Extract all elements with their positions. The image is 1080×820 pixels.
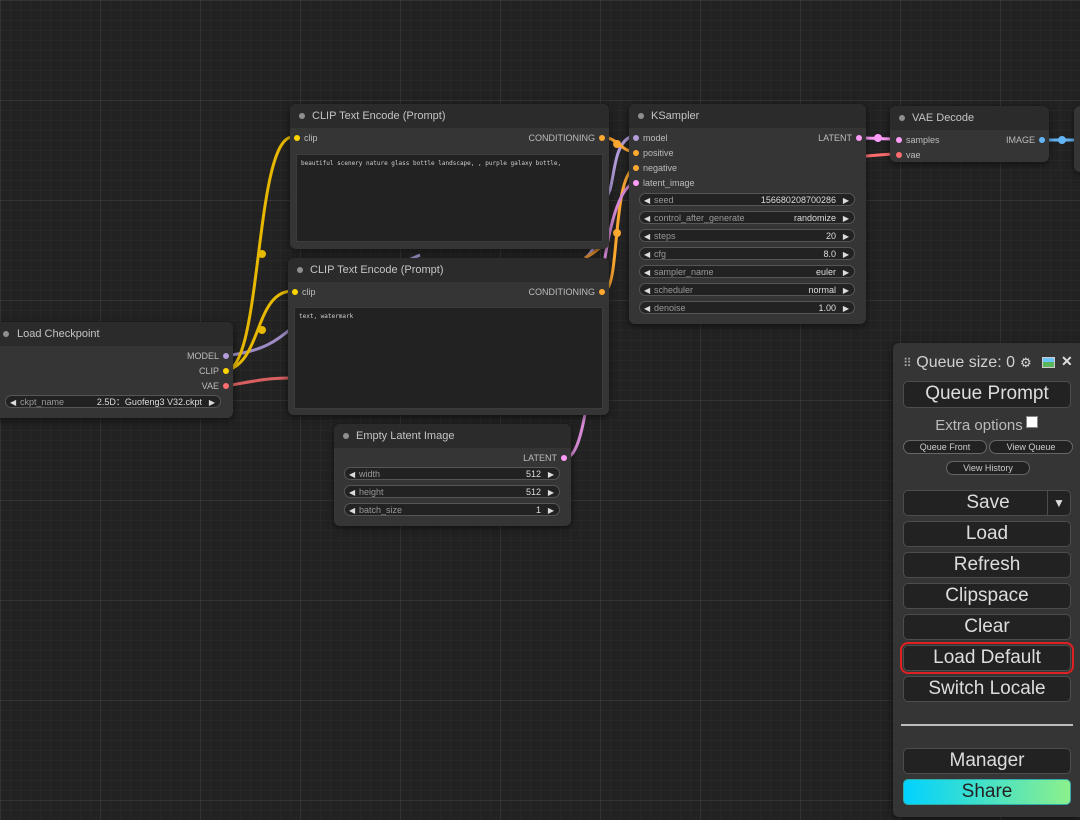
widget-control-after-generate[interactable]: ◀ control_after_generate randomize ▶ [639, 211, 855, 224]
decrement-arrow-icon[interactable]: ◀ [644, 266, 650, 279]
widget-seed[interactable]: ◀ seed 156680208700286 ▶ [639, 193, 855, 206]
widget-ckpt-name[interactable]: ◀ ckpt_name 2.5D：Guofeng3 V32.ckpt ▶ [5, 395, 221, 408]
output-slot-vae[interactable]: VAE [202, 380, 229, 392]
clipspace-button[interactable]: Clipspace [903, 583, 1071, 609]
queue-front-button[interactable]: Queue Front [903, 440, 987, 454]
decrement-arrow-icon[interactable]: ◀ [644, 230, 650, 243]
share-button[interactable]: Share [903, 779, 1071, 805]
clip-text-encode-negative-node[interactable]: CLIP Text Encode (Prompt) clip CONDITION… [288, 258, 609, 415]
node-title[interactable]: Load Checkpoint [0, 322, 233, 346]
load-button[interactable]: Load [903, 521, 1071, 547]
widget-batch-size[interactable]: ◀ batch_size 1 ▶ [344, 503, 560, 516]
widget-scheduler[interactable]: ◀ scheduler normal ▶ [639, 283, 855, 296]
decrement-arrow-icon[interactable]: ◀ [349, 486, 355, 499]
switch-locale-button[interactable]: Switch Locale [903, 676, 1071, 702]
output-slot-image[interactable]: IMAGE [1006, 134, 1045, 146]
clip-text-encode-positive-node[interactable]: CLIP Text Encode (Prompt) clip CONDITION… [290, 104, 609, 249]
panel-divider [901, 724, 1073, 726]
widget-width[interactable]: ◀ width 512 ▶ [344, 467, 560, 480]
output-slot-conditioning[interactable]: CONDITIONING [529, 132, 605, 144]
vae-decode-node[interactable]: VAE Decode samples vae IMAGE [890, 106, 1049, 162]
load-checkpoint-node[interactable]: Load Checkpoint MODEL CLIP VAE ◀ ckpt_nam… [0, 322, 233, 418]
increment-arrow-icon[interactable]: ▶ [548, 504, 554, 517]
increment-arrow-icon[interactable]: ▶ [843, 248, 849, 261]
widget-denoise[interactable]: ◀ denoise 1.00 ▶ [639, 301, 855, 314]
close-icon[interactable]: ✕ [1061, 353, 1073, 370]
empty-latent-image-node[interactable]: Empty Latent Image LATENT ◀ width 512 ▶ ◀ he… [334, 424, 571, 526]
view-queue-button[interactable]: View Queue [989, 440, 1073, 454]
input-slot-clip[interactable]: clip [294, 132, 318, 144]
decrement-arrow-icon[interactable]: ◀ [644, 302, 650, 315]
output-slot-latent[interactable]: LATENT [523, 452, 567, 464]
output-slot-clip[interactable]: CLIP [199, 365, 229, 377]
input-slot-samples[interactable]: samples [896, 134, 940, 146]
output-slot-conditioning[interactable]: CONDITIONING [529, 286, 605, 298]
decrement-arrow-icon[interactable]: ◀ [644, 248, 650, 261]
increment-arrow-icon[interactable]: ▶ [548, 486, 554, 499]
input-slot-clip[interactable]: clip [292, 286, 316, 298]
queue-panel: ⠿ Queue size: 0 ⚙ ✕ Queue Prompt Extra o… [893, 343, 1080, 817]
increment-arrow-icon[interactable]: ▶ [843, 284, 849, 297]
widget-sampler-name[interactable]: ◀ sampler_name euler ▶ [639, 265, 855, 278]
increment-arrow-icon[interactable]: ▶ [843, 194, 849, 207]
ksampler-node[interactable]: KSampler model positive negative latent_… [629, 104, 866, 324]
node-title[interactable]: CLIP Text Encode (Prompt) [290, 104, 609, 128]
input-slot-latent-image[interactable]: latent_image [633, 177, 695, 189]
decrement-arrow-icon[interactable]: ◀ [349, 504, 355, 517]
node-title[interactable]: VAE Decode [890, 106, 1049, 130]
drag-handle-icon[interactable]: ⠿ [903, 356, 912, 370]
decrement-arrow-icon[interactable]: ◀ [644, 284, 650, 297]
image-icon[interactable] [1042, 357, 1055, 368]
offscreen-node[interactable] [1074, 106, 1080, 172]
output-slot-latent[interactable]: LATENT [818, 132, 862, 144]
input-slot-negative[interactable]: negative [633, 162, 677, 174]
increment-arrow-icon[interactable]: ▶ [843, 212, 849, 225]
node-title[interactable]: CLIP Text Encode (Prompt) [288, 258, 609, 282]
widget-steps[interactable]: ◀ steps 20 ▶ [639, 229, 855, 242]
node-title[interactable]: Empty Latent Image [334, 424, 571, 448]
gear-icon[interactable]: ⚙ [1020, 355, 1032, 371]
extra-options-checkbox[interactable] [1025, 416, 1038, 428]
queue-prompt-button[interactable]: Queue Prompt [903, 381, 1071, 408]
node-title[interactable]: KSampler [629, 104, 866, 128]
refresh-button[interactable]: Refresh [903, 552, 1071, 578]
input-slot-vae[interactable]: vae [896, 149, 921, 161]
dropdown-arrow-icon[interactable]: ▼ [1047, 491, 1070, 515]
extra-options-toggle[interactable]: Extra options [893, 416, 1080, 434]
manager-button[interactable]: Manager [903, 748, 1071, 774]
prompt-textarea[interactable]: beautiful scenery nature glass bottle la… [296, 154, 603, 242]
decrement-arrow-icon[interactable]: ◀ [10, 396, 16, 409]
link-vae [230, 376, 291, 387]
input-slot-positive[interactable]: positive [633, 147, 674, 159]
clear-button[interactable]: Clear [903, 614, 1071, 640]
increment-arrow-icon[interactable]: ▶ [209, 396, 215, 409]
increment-arrow-icon[interactable]: ▶ [548, 468, 554, 481]
decrement-arrow-icon[interactable]: ◀ [644, 194, 650, 207]
decrement-arrow-icon[interactable]: ◀ [644, 212, 650, 225]
decrement-arrow-icon[interactable]: ◀ [349, 468, 355, 481]
prompt-textarea[interactable]: text, watermark [294, 307, 603, 409]
load-default-button[interactable]: Load Default [900, 642, 1074, 674]
save-button[interactable]: Save ▼ [903, 490, 1071, 516]
queue-size-label: ⠿ Queue size: 0 [903, 354, 1015, 371]
increment-arrow-icon[interactable]: ▶ [843, 230, 849, 243]
widget-cfg[interactable]: ◀ cfg 8.0 ▶ [639, 247, 855, 260]
output-slot-model[interactable]: MODEL [187, 350, 229, 362]
widget-height[interactable]: ◀ height 512 ▶ [344, 485, 560, 498]
input-slot-model[interactable]: model [633, 132, 668, 144]
increment-arrow-icon[interactable]: ▶ [843, 266, 849, 279]
view-history-button[interactable]: View History [946, 461, 1030, 475]
increment-arrow-icon[interactable]: ▶ [843, 302, 849, 315]
